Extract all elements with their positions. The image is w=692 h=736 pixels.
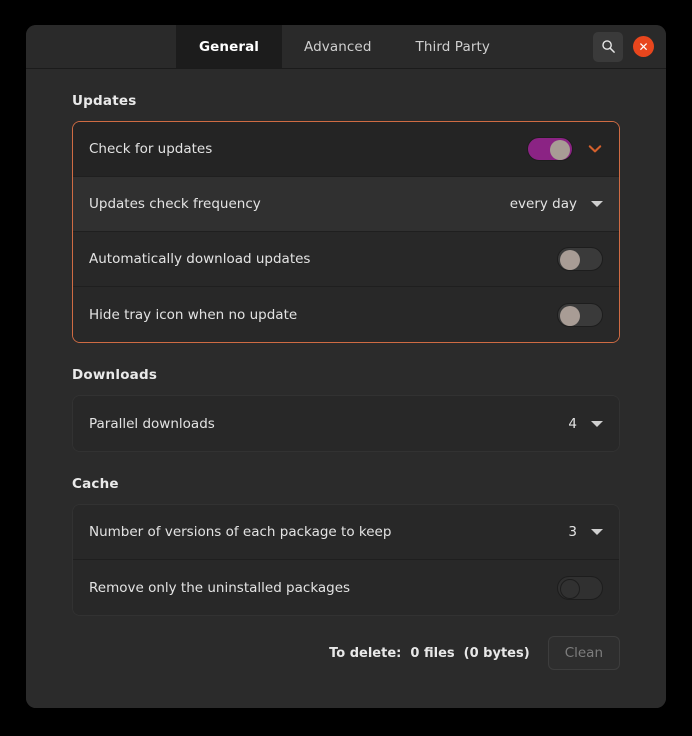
close-button[interactable]: ✕	[633, 36, 654, 57]
chevron-down-icon[interactable]	[591, 420, 603, 427]
header-actions: ✕	[589, 25, 666, 68]
updates-check-frequency-value: every day	[509, 196, 577, 212]
row-hide-tray-icon[interactable]: Hide tray icon when no update	[73, 287, 619, 342]
row-auto-download-updates[interactable]: Automatically download updates	[73, 232, 619, 287]
row-auto-download-updates-label: Automatically download updates	[89, 251, 311, 267]
search-button[interactable]	[593, 31, 623, 62]
parallel-downloads-value: 4	[568, 415, 577, 432]
tab-general[interactable]: General	[176, 25, 282, 68]
group-cache: Number of versions of each package to ke…	[72, 504, 620, 616]
row-remove-uninstalled-packages[interactable]: Remove only the uninstalled packages	[73, 560, 619, 615]
cache-footer: To delete: 0 files (0 bytes) Clean	[72, 636, 620, 670]
tab-general-label: General	[198, 38, 260, 55]
toggle-knob	[550, 140, 570, 160]
row-updates-check-frequency[interactable]: Updates check frequency every day	[73, 177, 619, 232]
tab-third-party[interactable]: Third Party	[393, 25, 511, 68]
group-updates: Check for updates Updates check frequenc…	[72, 121, 620, 343]
row-auto-download-updates-controls	[557, 247, 603, 271]
row-parallel-downloads[interactable]: Parallel downloads 4	[73, 396, 619, 451]
section-title-downloads: Downloads	[72, 367, 158, 383]
tab-advanced[interactable]: Advanced	[282, 25, 393, 68]
header-bar: General Advanced Third Party ✕	[26, 25, 666, 69]
settings-content: Updates Check for updates Updates check	[26, 69, 666, 708]
toggle-hide-tray-icon[interactable]	[557, 302, 603, 327]
section-title-updates: Updates	[72, 93, 137, 109]
clean-button[interactable]: Clean	[547, 636, 620, 670]
row-check-for-updates-controls	[527, 137, 603, 161]
toggle-auto-download-updates[interactable]	[557, 247, 603, 271]
close-icon: ✕	[638, 39, 649, 54]
chevron-down-icon[interactable]	[591, 201, 603, 207]
tab-advanced-label: Advanced	[304, 38, 372, 55]
tab-bar: General Advanced Third Party	[176, 25, 589, 68]
chevron-down-icon[interactable]	[591, 529, 603, 535]
row-parallel-downloads-controls: 4	[568, 416, 603, 432]
row-check-for-updates-label: Check for updates	[89, 141, 213, 157]
row-hide-tray-icon-controls	[557, 302, 603, 327]
row-hide-tray-icon-label: Hide tray icon when no update	[89, 306, 298, 323]
chevron-down-icon[interactable]	[587, 141, 603, 157]
section-title-cache: Cache	[72, 476, 119, 492]
row-parallel-downloads-label: Parallel downloads	[89, 415, 215, 432]
group-downloads: Parallel downloads 4	[72, 395, 620, 452]
row-updates-check-frequency-controls: every day	[510, 196, 603, 212]
toggle-check-for-updates[interactable]	[527, 137, 573, 161]
row-versions-to-keep-controls: 3	[568, 524, 603, 540]
to-delete-info: To delete: 0 files (0 bytes)	[329, 645, 530, 661]
preferences-window: General Advanced Third Party ✕ Updates C…	[26, 25, 666, 708]
toggle-knob	[560, 578, 580, 599]
row-versions-to-keep-label: Number of versions of each package to ke…	[89, 524, 392, 540]
toggle-knob	[560, 305, 580, 326]
toggle-remove-uninstalled-packages[interactable]	[557, 575, 603, 600]
row-remove-uninstalled-packages-controls	[557, 575, 603, 600]
row-updates-check-frequency-label: Updates check frequency	[89, 196, 261, 212]
versions-to-keep-value: 3	[568, 524, 577, 540]
row-versions-to-keep[interactable]: Number of versions of each package to ke…	[73, 505, 619, 560]
tab-third-party-label: Third Party	[415, 38, 490, 55]
row-check-for-updates[interactable]: Check for updates	[73, 122, 619, 177]
toggle-knob	[560, 250, 580, 270]
header-left-spacer	[26, 25, 176, 68]
search-icon	[601, 39, 616, 54]
row-remove-uninstalled-packages-label: Remove only the uninstalled packages	[89, 579, 351, 596]
